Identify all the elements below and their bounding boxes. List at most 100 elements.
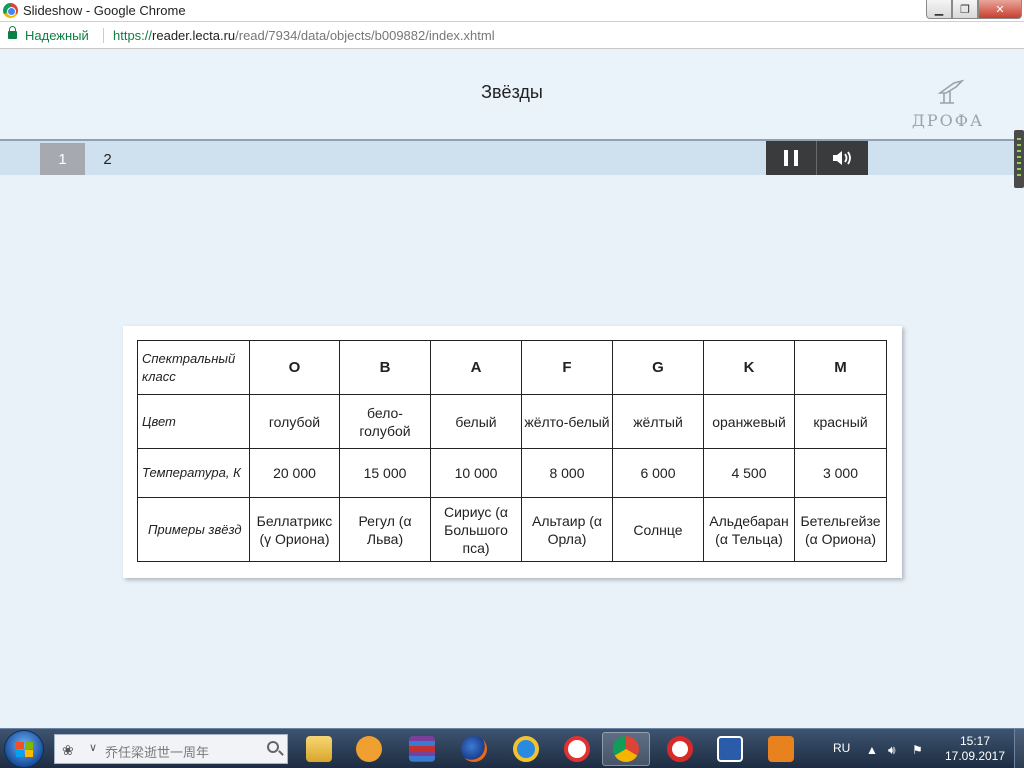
playback-controls [766,141,868,175]
word-icon [717,736,743,762]
color-cell: белый [430,394,522,449]
taskbar-app-opera[interactable] [656,732,704,766]
taskbar-app-media-player[interactable] [345,732,393,766]
minimize-button[interactable]: ▁ [926,0,952,19]
taskbar-app-pdf-reader[interactable] [757,732,805,766]
taskbar-app-word[interactable] [706,732,754,766]
yandex-browser-icon [564,736,590,762]
start-button[interactable] [4,730,44,768]
media-player-icon [356,736,382,762]
address-separator [103,28,104,43]
close-button[interactable]: ✕ [978,0,1022,19]
example-cell: Беллатрикс (γ Ориона) [249,497,340,562]
address-bar[interactable]: Надежный https://reader.lecta.ru/read/79… [0,22,1024,49]
slide-title: Звёзды [481,82,543,102]
tray-expand-icon[interactable]: ▲ [866,743,878,757]
chevron-down-icon[interactable]: ∨ [89,741,97,754]
example-cell: Альтаир (α Орла) [521,497,613,562]
color-cell: голубой [249,394,340,449]
example-cell: Сириус (α Большого пса) [430,497,522,562]
logo-bird-icon [937,79,964,104]
system-tray: RU ▲ 🔊︎ ⚑ 15:17 17.09.2017 [826,729,1024,768]
example-cell: Бетельгейзе (α Ориона) [794,497,887,562]
url-scheme: https:// [113,28,153,43]
chrome-icon [613,736,639,762]
clock-time: 15:17 [959,734,991,748]
secure-label[interactable]: Надежный [25,28,89,43]
class-cell: A [430,340,522,395]
page-tab-1[interactable]: 1 [40,143,85,175]
page-tab-2[interactable]: 2 [85,143,130,175]
chrome-icon [3,3,18,18]
folder-icon [306,736,332,762]
example-cell: Альдебаран (α Тельца) [703,497,795,562]
taskbar-app-chrome[interactable] [602,732,650,766]
temperature-cell: 20 000 [249,448,340,498]
class-cell: F [521,340,613,395]
url-host: reader.lecta.ru [152,28,236,43]
row-label-examples: Примеры звёзд [137,497,250,562]
temperature-cell: 4 500 [703,448,795,498]
temperature-cell: 10 000 [430,448,522,498]
clock[interactable]: 15:17 17.09.2017 [940,734,1010,764]
temperature-cell: 3 000 [794,448,887,498]
table-row-examples: Примеры звёзд Беллатрикс (γ Ориона) Регу… [137,497,887,562]
row-label-class: Спектральный класс [137,340,250,395]
windows-logo-icon [16,742,33,757]
color-cell: бело-голубой [339,394,431,449]
sound-button[interactable] [817,141,868,175]
show-desktop-button[interactable] [1014,729,1024,768]
temperature-cell: 15 000 [339,448,431,498]
row-label-color: Цвет [137,394,250,449]
color-cell: оранжевый [703,394,795,449]
spectral-class-table: Спектральный класс O B A F G K M Цвет го… [137,340,887,562]
table-row-color: Цвет голубой бело-голубой белый жёлто-бе… [137,394,887,449]
example-cell: Регул (α Льва) [339,497,431,562]
windows-taskbar: ❀ ∨ 乔任梁逝世一周年 RU ▲ 🔊︎ ⚑ 15:17 17.09.2017 [0,728,1024,768]
class-cell: O [249,340,340,395]
search-icon[interactable] [267,741,279,753]
class-cell: M [794,340,887,395]
slide-header: Звёзды ДРОФА [0,49,1024,141]
class-cell: K [703,340,795,395]
temperature-cell: 6 000 [612,448,704,498]
volume-icon[interactable]: 🔊︎ [888,743,896,758]
opera-icon [667,736,693,762]
slide-pager: 1 2 [0,141,1024,175]
taskbar-app-firefox[interactable] [450,732,498,766]
color-cell: жёлтый [612,394,704,449]
maximize-button[interactable]: ❐ [952,0,978,19]
taskbar-search[interactable]: ❀ ∨ 乔任梁逝世一周年 [54,734,288,764]
logo-text: ДРОФА [911,111,985,130]
color-cell: жёлто-белый [521,394,613,449]
url-text[interactable]: https://reader.lecta.ru/read/7934/data/o… [113,28,495,43]
class-cell: G [612,340,704,395]
side-scrollbar[interactable] [1014,130,1024,188]
window-controls: ▁ ❐ ✕ [926,0,1022,20]
color-cell: красный [794,394,887,449]
pdf-icon [768,736,794,762]
pause-button[interactable] [766,141,817,175]
url-path: /read/7934/data/objects/b009882/index.xh… [235,28,495,43]
taskbar-app-yandex-browser[interactable] [553,732,601,766]
drofa-logo: ДРОФА [908,79,988,130]
speaker-icon [832,151,851,165]
taskbar-app-winrar[interactable] [398,732,446,766]
table-row-temperature: Температура, К 20 000 15 000 10 000 8 00… [137,448,887,498]
row-label-temperature: Температура, К [137,448,250,498]
internet-explorer-icon [513,736,539,762]
class-cell: B [339,340,431,395]
pause-icon [784,150,798,166]
lock-icon[interactable] [8,26,17,39]
winrar-icon [409,736,435,762]
temperature-cell: 8 000 [521,448,613,498]
example-cell: Солнце [612,497,704,562]
language-indicator[interactable]: RU [833,741,850,755]
action-center-flag-icon[interactable]: ⚑ [912,743,923,757]
window-title: Slideshow - Google Chrome [23,3,186,18]
taskbar-app-file-explorer[interactable] [295,732,343,766]
table-row-class: Спектральный класс O B A F G K M [137,340,887,395]
clock-date: 17.09.2017 [944,749,1006,763]
taskbar-app-internet-explorer[interactable] [502,732,550,766]
search-text: 乔任梁逝世一周年 [105,746,210,761]
